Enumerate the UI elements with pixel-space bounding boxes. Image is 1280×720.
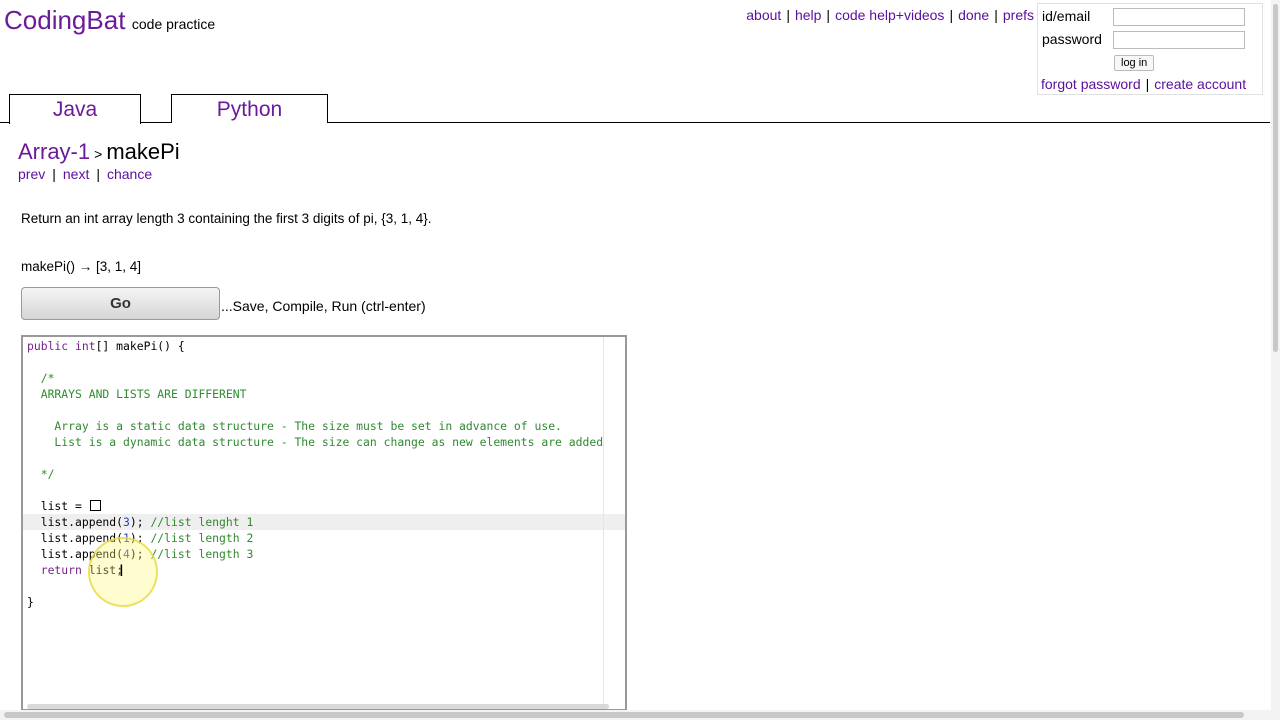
code-line: /* bbox=[27, 371, 55, 385]
code-line: Array is a static data structure - The s… bbox=[27, 419, 562, 433]
brand-tagline: code practice bbox=[131, 16, 216, 32]
nav-separator: | bbox=[949, 7, 954, 23]
unknown-char-box bbox=[89, 500, 101, 511]
problem-nav-separator: | bbox=[52, 166, 56, 182]
breadcrumb-category-link[interactable]: Array-1 bbox=[18, 139, 90, 164]
nav-prefs-link[interactable]: prefs bbox=[1003, 7, 1034, 23]
create-account-link[interactable]: create account bbox=[1154, 76, 1246, 92]
problem-nav-separator: | bbox=[96, 166, 100, 182]
text-cursor-icon: I bbox=[119, 561, 124, 580]
page: CodingBat code practice about | help | code … bbox=[0, 0, 1280, 720]
chance-link[interactable]: chance bbox=[107, 166, 152, 182]
page-vertical-scrollbar[interactable] bbox=[1271, 0, 1280, 720]
page-title: makePi bbox=[106, 139, 180, 164]
account-links: forgot password | create account bbox=[1041, 76, 1246, 92]
code-line: List is a dynamic data structure - The s… bbox=[27, 435, 604, 449]
code-line: } bbox=[27, 595, 34, 609]
tab-java[interactable]: Java bbox=[9, 94, 141, 124]
nav-done-link[interactable]: done bbox=[958, 7, 989, 23]
brand-name[interactable]: CodingBat bbox=[4, 5, 125, 35]
nav-separator: | bbox=[994, 7, 998, 23]
logo[interactable]: CodingBat code practice bbox=[4, 5, 215, 36]
problem-nav: prev | next | chance bbox=[18, 166, 152, 182]
next-link[interactable]: next bbox=[63, 166, 89, 182]
nav-code-help-videos-link[interactable]: code help+videos bbox=[835, 7, 944, 23]
password-field[interactable] bbox=[1113, 31, 1245, 49]
breadcrumb-separator: > bbox=[94, 146, 103, 162]
nav-about-link[interactable]: about bbox=[746, 7, 781, 23]
problem-description: Return an int array length 3 containing … bbox=[21, 211, 432, 226]
editor-horizontal-scrollbar[interactable] bbox=[27, 704, 609, 709]
forgot-password-link[interactable]: forgot password bbox=[1041, 76, 1141, 92]
code-line: ARRAYS AND LISTS ARE DIFFERENT bbox=[27, 387, 247, 401]
email-label: id/email bbox=[1042, 8, 1091, 24]
vertical-scrollbar-thumb[interactable] bbox=[1273, 4, 1278, 352]
nav-help-link[interactable]: help bbox=[795, 7, 821, 23]
code-editor[interactable]: public int[] makePi() { /* ARRAYS AND LI… bbox=[21, 335, 627, 711]
log-in-button[interactable]: log in bbox=[1114, 55, 1155, 71]
login-box: id/email password log in forgot password… bbox=[1037, 3, 1263, 95]
go-hint: ...Save, Compile, Run (ctrl-enter) bbox=[221, 298, 426, 314]
nav-separator: | bbox=[786, 7, 790, 23]
go-button[interactable]: Go bbox=[21, 287, 220, 320]
code-line: */ bbox=[27, 467, 55, 481]
nav-separator: | bbox=[826, 7, 831, 23]
account-links-separator: | bbox=[1145, 76, 1150, 92]
editor-margin-line bbox=[603, 337, 604, 709]
breadcrumb: Array-1 > makePi bbox=[18, 139, 180, 165]
tab-python[interactable]: Python bbox=[171, 94, 328, 123]
problem-example: makePi() → [3, 1, 4] bbox=[21, 259, 142, 274]
prev-link[interactable]: prev bbox=[18, 166, 45, 182]
top-nav: about | help | code help+videos | done | prefs bbox=[746, 7, 1034, 23]
code-line: public int[] makePi() { bbox=[27, 339, 185, 353]
code-line: list.append(3); //list lenght 1 bbox=[27, 515, 254, 529]
code-line: list = bbox=[27, 498, 101, 514]
email-field[interactable] bbox=[1113, 8, 1245, 26]
horizontal-scrollbar-thumb[interactable] bbox=[4, 712, 1244, 718]
password-label: password bbox=[1042, 31, 1102, 47]
page-horizontal-scrollbar[interactable] bbox=[0, 710, 1271, 720]
